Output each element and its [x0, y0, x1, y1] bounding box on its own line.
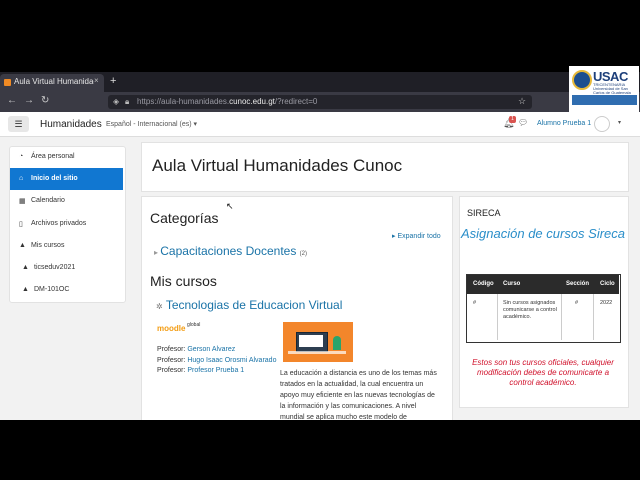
chat-icon[interactable]: 💬︎	[518, 118, 528, 127]
plant-illustration	[333, 336, 341, 350]
page-title: Aula Virtual Humanidades Cunoc	[152, 156, 403, 175]
new-tab-button[interactable]: +	[110, 75, 116, 87]
teacher-item: Profesor: Hugo Isaac Orosmi Alvarado	[157, 356, 277, 364]
bookmark-star-icon[interactable]: ☆	[518, 96, 526, 107]
file-icon: ▯	[19, 221, 23, 228]
calendar-icon: ▦	[19, 198, 26, 205]
table-divider	[561, 294, 562, 340]
mouse-cursor-icon: ↖	[226, 201, 234, 211]
column-header: Código	[473, 281, 494, 287]
sidebar-item-label: Inicio del sitio	[31, 175, 78, 182]
sidebar-item-label: DM-101OC	[34, 286, 70, 293]
graduation-cap-icon: ▲	[19, 242, 26, 249]
table-cell: 2022	[600, 300, 613, 306]
teacher-item: Profesor: Gerson Alvarez	[157, 346, 236, 353]
dashboard-icon: ◔	[19, 153, 24, 160]
sidebar-item-archivos-privados[interactable]: ▯ Archivos privados	[10, 213, 123, 235]
close-tab-icon[interactable]: ×	[94, 76, 99, 85]
teacher-list: Profesor: Gerson Alvarez Profesor: Hugo …	[157, 345, 277, 377]
sidebar-item-calendario[interactable]: ▦ Calendario	[10, 190, 123, 212]
user-name[interactable]: Alumno Prueba 1	[537, 120, 591, 127]
sireca-title: Asignación de cursos Sireca	[460, 226, 626, 241]
column-header: Ciclo	[600, 281, 615, 287]
sidebar-item-label: Archivos privados	[31, 220, 87, 227]
language-menu[interactable]: Español - Internacional (es) ▾	[106, 120, 197, 128]
teacher-link[interactable]: Hugo Isaac Orosmi Alvarado	[187, 357, 276, 364]
url-text[interactable]: https://aula-humanidades.cunoc.edu.gt/?r…	[137, 97, 317, 106]
categories-heading: Categorías	[150, 210, 219, 226]
shield-icon[interactable]: ◈	[113, 97, 119, 106]
table-divider	[593, 294, 594, 340]
column-header: Sección	[566, 281, 590, 287]
moodle-logo: moodle	[157, 324, 186, 333]
teacher-item: Profesor: Profesor Prueba 1	[157, 367, 245, 374]
moodle-logo-sub: global	[187, 322, 201, 328]
graduation-cap-icon: ▲	[22, 264, 29, 271]
drawer-toggle-button[interactable]: ☰	[8, 116, 29, 132]
course-link[interactable]: ✲ Tecnologias de Educacion Virtual	[156, 298, 342, 312]
table-divider	[497, 294, 498, 340]
site-name[interactable]: Humanidades	[40, 119, 102, 130]
notification-badge: 1	[509, 116, 516, 123]
chevron-down-icon[interactable]: ▾	[618, 119, 621, 126]
avatar[interactable]	[594, 116, 610, 132]
sidebar-item-label: ticseduv2021	[34, 264, 76, 271]
desk-illustration	[288, 351, 346, 354]
forward-arrow-icon[interactable]: →	[24, 95, 34, 106]
moodle-favicon-icon	[4, 79, 11, 86]
monitor-screen	[299, 335, 323, 347]
home-icon: ⌂	[19, 175, 24, 182]
back-arrow-icon[interactable]: ←	[7, 95, 17, 106]
sidebar-item-inicio-del-sitio[interactable]: ⌂ Inicio del sitio	[10, 168, 123, 190]
tab-title: Aula Virtual Humanidades	[14, 77, 94, 86]
table-cell: Sin cursos asignados comunicarse a contr…	[503, 300, 557, 320]
teacher-link[interactable]: Gerson Alvarez	[187, 346, 235, 353]
category-link[interactable]: ▸ Capacitaciones Docentes (2)	[154, 244, 307, 258]
table-cell: #	[473, 300, 477, 306]
usac-logo-subtitle: TRICENTENARIA Universidad de San Carlos …	[593, 82, 631, 95]
letterbox-bottom	[0, 420, 640, 480]
usac-seal-icon	[572, 70, 592, 90]
sidebar-item-ticseduv2021[interactable]: ▲ ticseduv2021	[10, 257, 123, 279]
lock-icon[interactable]: 🔒︎	[125, 97, 129, 107]
graduation-cap-icon: ▲	[22, 286, 29, 293]
my-courses-heading: Mis cursos	[150, 273, 217, 289]
sidebar-item-label: Calendario	[31, 197, 65, 204]
reload-icon[interactable]: ↻	[41, 95, 49, 106]
sidebar-item-area-personal[interactable]: ◔ Área personal	[10, 146, 123, 168]
expand-all-link[interactable]: ▸ Expandir todo	[392, 232, 441, 240]
sireca-note: Estos son tus cursos oficiales, cualquie…	[472, 358, 614, 387]
sireca-heading: SIRECA	[467, 208, 501, 218]
column-header: Curso	[503, 281, 521, 287]
course-description: La educación a distancia es uno de los t…	[280, 370, 437, 421]
teacher-link[interactable]: Profesor Prueba 1	[187, 367, 244, 374]
sidebar-item-label: Área personal	[31, 153, 75, 160]
table-cell: #	[575, 300, 579, 306]
sidebar-item-dm-101oc[interactable]: ▲ DM-101OC	[10, 279, 123, 301]
sidebar-item-label: Mis cursos	[31, 242, 65, 249]
usac-logo-bar	[572, 95, 637, 105]
sidebar-item-mis-cursos[interactable]: ▲ Mis cursos	[10, 235, 123, 257]
